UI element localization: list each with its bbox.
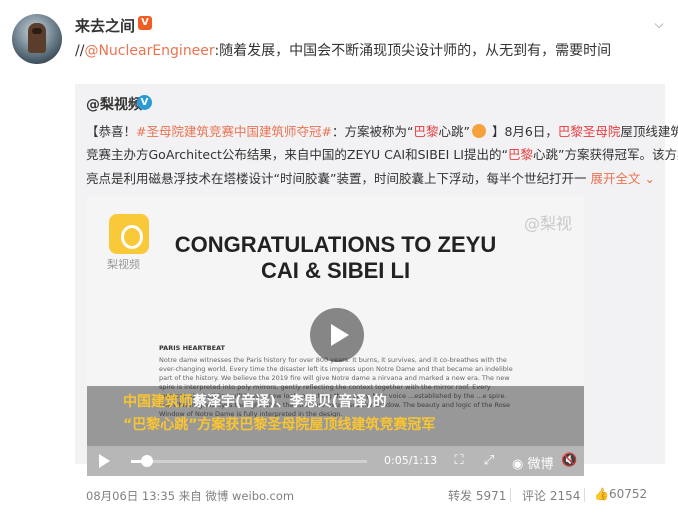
post-timestamp[interactable]: 08月06日 13:35 来自 微博 weibo.com (86, 488, 294, 504)
expand-link[interactable]: 展开全文 ⌄ (590, 171, 654, 186)
repost-text-line-1: 【恭喜！#圣母院建筑竞赛中国建筑师夺冠#：方案被称为“巴黎心跳” 】8月6日，巴黎… (86, 121, 678, 140)
video-player[interactable]: 梨视频 @梨视 CONGRATULATIONS TO ZEYU CAI & SI… (87, 196, 584, 476)
repost-text-line-2: 竞赛主办方GoArchitect公布结果，来自中国的ZEYU CAI和SIBEI… (86, 144, 678, 163)
verified-badge-icon: V (138, 16, 152, 30)
repost-text-segment: ：方案被称为“ (331, 124, 414, 139)
repost-text-segment: 心跳” (438, 124, 470, 139)
repost-text-segment: 心跳”方案获得冠军。该方案 (532, 147, 678, 162)
post-username[interactable]: 来去之间 (75, 15, 135, 36)
play-button-icon[interactable] (99, 454, 110, 468)
repost-text-line-3: 亮点是利用磁悬浮技术在塔楼设计“时间胶囊”装置，时间胶囊上下浮动，每半个世纪打开… (86, 168, 655, 187)
weibo-logo[interactable]: ◉ 微博 (512, 453, 554, 472)
watermark: @梨视 (523, 214, 572, 233)
thumbs-up-icon: 👍 (594, 487, 609, 501)
chevron-down-icon[interactable]: ⌵ (650, 17, 668, 31)
like-count: 60752 (608, 487, 648, 501)
progress-bar[interactable] (131, 460, 367, 463)
repost-username[interactable]: @梨视频 (86, 94, 142, 114)
headline-line-2: CAI & SIBEI LI (260, 258, 411, 283)
post-text-body: :随着发展，中国会不断涌现顶尖设计师的，从无到有，需要时间 (214, 43, 612, 59)
comment-button[interactable]: 评论 2154 (522, 487, 580, 504)
repost-text-segment: 亮点是利用磁悬浮技术在塔楼设计“时间胶囊”装置，时间胶囊上下浮动，每半个世纪打开… (86, 171, 587, 186)
divider (510, 488, 511, 502)
keyword-highlight[interactable]: 巴黎 (413, 124, 438, 139)
verified-blue-icon: V (137, 95, 152, 110)
video-time: 0:05/1:13 (384, 454, 438, 467)
mention-link[interactable]: @NuclearEngineer (84, 43, 214, 59)
repost-text-segment: 【恭喜！ (86, 124, 137, 139)
play-icon[interactable] (310, 308, 364, 362)
weibo-label: 微博 (527, 457, 554, 472)
hashtag-link[interactable]: #圣母院建筑竞赛中国建筑师夺冠# (136, 124, 332, 139)
chevron-down-icon: ⌄ (640, 171, 655, 186)
subtitle-line-2: “巴黎心跳”方案获巴黎圣母院屋顶线建筑竞赛冠军 (123, 417, 436, 433)
subtitle-line-1: 中国建筑师蔡泽宇(音译)、李思贝(音译)的 (123, 391, 387, 411)
repost-button[interactable]: 转发 5971 (448, 487, 506, 504)
subtitle-segment: 蔡泽宇(音译)、李思贝(音译)的 (193, 394, 387, 410)
post-text: //@NuclearEngineer:随着发展，中国会不断涌现顶尖设计师的，从无… (75, 40, 611, 60)
headline-line-1: CONGRATULATIONS TO ZEYU (174, 232, 497, 257)
subtitle-segment: 中国建筑师 (123, 394, 193, 410)
expand-label[interactable]: 展开全文 (590, 171, 640, 186)
fullscreen-window-icon[interactable]: ⛶ (451, 453, 467, 469)
weibo-eye-icon: ◉ (512, 457, 528, 472)
keyword-highlight[interactable]: 巴黎 (508, 147, 533, 162)
divider (584, 488, 585, 502)
video-headline: CONGRATULATIONS TO ZEYU CAI & SIBEI LI (87, 232, 584, 284)
like-button[interactable]: 👍60752 (594, 487, 647, 501)
repost-text-segment: 屋顶线建筑 (620, 124, 678, 139)
fullscreen-icon[interactable]: ⤢ (481, 453, 497, 469)
section-title: PARIS HEARTBEAT (159, 344, 225, 352)
robot-figure (28, 23, 46, 53)
repost-text-segment: 竞赛主办方GoArchitect公布结果，来自中国的ZEYU CAI和SIBEI… (86, 147, 508, 162)
mute-icon[interactable]: 🔇 (561, 453, 577, 469)
emoji-icon (471, 124, 486, 138)
avatar[interactable] (12, 14, 62, 64)
weibo-post-card: 来去之间 V ⌵ //@NuclearEngineer:随着发展，中国会不断涌现… (0, 0, 678, 522)
progress-knob[interactable] (141, 455, 153, 467)
repost-text-segment: 】8月6日， (491, 124, 558, 139)
keyword-highlight[interactable]: 巴黎圣母院 (558, 124, 621, 139)
reposted-content: @梨视频 V 【恭喜！#圣母院建筑竞赛中国建筑师夺冠#：方案被称为“巴黎心跳”】… (75, 84, 678, 476)
